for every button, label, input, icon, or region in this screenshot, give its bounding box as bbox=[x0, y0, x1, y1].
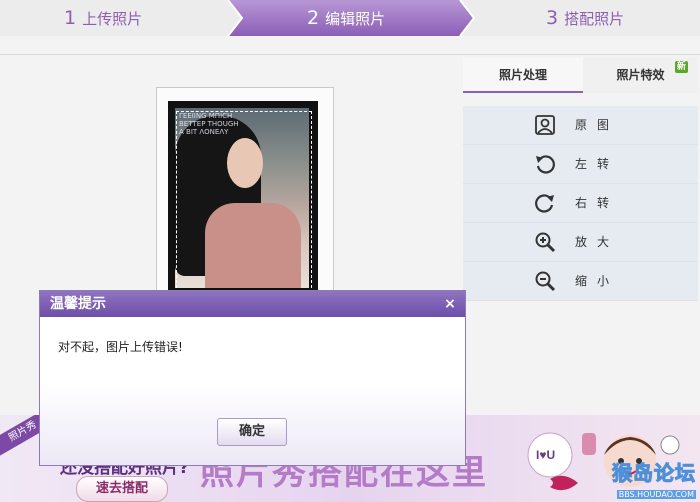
tool-original[interactable]: 原图 bbox=[463, 106, 698, 145]
tool-label: 左转 bbox=[575, 157, 620, 171]
watermark-title: 猴岛论坛 bbox=[612, 461, 696, 486]
tool-label: 原图 bbox=[575, 118, 620, 132]
tool-label: 右转 bbox=[575, 196, 620, 210]
step-3-match: 3 搭配照片 bbox=[546, 0, 624, 36]
crop-selection[interactable] bbox=[176, 111, 312, 293]
watermark-url: BBS.HOUDAO.COM bbox=[616, 490, 696, 499]
step-number: 2 bbox=[307, 7, 320, 29]
dialog-message: 对不起，图片上传错误! bbox=[58, 340, 183, 354]
dialog-title: 温馨提示 bbox=[50, 296, 106, 312]
step-number: 1 bbox=[64, 7, 77, 29]
tool-rotate-left[interactable]: 左转 bbox=[463, 145, 698, 184]
rotate-left-icon bbox=[536, 155, 555, 174]
rotate-right-icon bbox=[535, 194, 554, 213]
step-label: 上传照片 bbox=[82, 10, 143, 28]
tool-label: 放大 bbox=[575, 235, 620, 249]
close-icon[interactable]: × bbox=[441, 291, 459, 317]
tool-list: 原图 左转 右转 放大 缩小 bbox=[463, 106, 698, 301]
dialog-body: 对不起，图片上传错误! 确定 bbox=[40, 317, 465, 465]
step-progress-bar: 1 上传照片 2 编辑照片 3 搭配照片 bbox=[0, 0, 700, 36]
step-number: 3 bbox=[546, 7, 559, 29]
tool-zoom-in[interactable]: 放大 bbox=[463, 223, 698, 262]
tab-photo-effects[interactable]: 照片特效 新 bbox=[583, 58, 698, 93]
alert-dialog: 温馨提示 × 对不起，图片上传错误! 确定 bbox=[40, 291, 465, 465]
svg-text:I♥U: I♥U bbox=[536, 448, 555, 462]
new-badge: 新 bbox=[674, 61, 688, 73]
header-divider bbox=[0, 54, 700, 55]
tab-photo-processing[interactable]: 照片处理 bbox=[463, 58, 583, 93]
portrait-icon bbox=[535, 115, 555, 135]
edit-panel: 照片处理 照片特效 新 原图 左转 右转 放大 缩小 bbox=[463, 58, 698, 301]
zoom-out-icon bbox=[535, 271, 556, 292]
tool-rotate-right[interactable]: 右转 bbox=[463, 184, 698, 223]
ok-button[interactable]: 确定 bbox=[217, 418, 287, 446]
tool-label: 缩小 bbox=[575, 274, 620, 288]
tool-zoom-out[interactable]: 缩小 bbox=[463, 262, 698, 301]
step-1-upload: 1 上传照片 bbox=[64, 0, 142, 36]
go-match-button[interactable]: 速去搭配 bbox=[76, 476, 168, 502]
watermark: 猴岛论坛 BBS.HOUDAO.COM bbox=[612, 457, 696, 500]
zoom-in-icon bbox=[535, 232, 556, 253]
step-label: 编辑照片 bbox=[325, 10, 386, 28]
step-label: 搭配照片 bbox=[564, 10, 625, 28]
panel-tabs: 照片处理 照片特效 新 bbox=[463, 58, 698, 93]
tab-label: 照片特效 bbox=[616, 68, 665, 82]
dialog-titlebar[interactable]: 温馨提示 × bbox=[40, 291, 465, 317]
step-2-edit: 2 编辑照片 bbox=[307, 0, 385, 36]
